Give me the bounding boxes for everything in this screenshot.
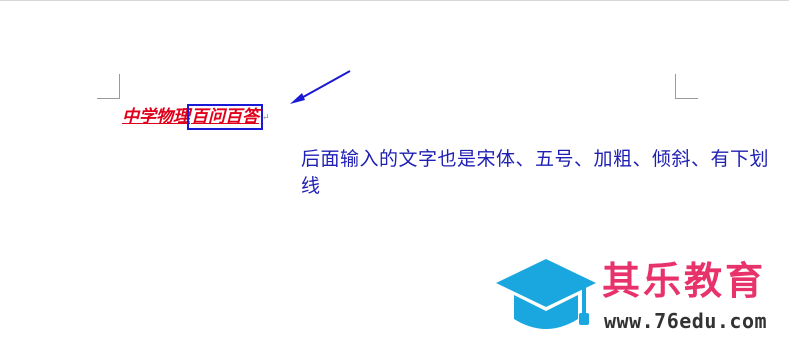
document-page[interactable]: 中学物理百问百答 ↵ 后面输入的文字也是宋体、五号、加粗、倾斜、有下划线 其乐教育… [0, 0, 789, 337]
watermark-logo: 其乐教育 www.76edu.com [492, 257, 789, 337]
text-cursor-icon: ↵ [262, 112, 270, 123]
margin-corner-top-right [675, 74, 698, 99]
graduation-cap-icon [496, 259, 596, 329]
logo-title: 其乐教育 [602, 259, 767, 303]
highlighted-text-box: 百问百答 [187, 104, 263, 130]
logo-url: www.76edu.com [604, 309, 768, 333]
document-text-part1: 中学物理 [122, 107, 190, 127]
pointer-arrow-icon [290, 70, 351, 104]
document-text-line[interactable]: 中学物理百问百答 ↵ [122, 104, 270, 130]
margin-corner-top-left [97, 74, 120, 99]
annotation-text: 后面输入的文字也是宋体、五号、加粗、倾斜、有下划线 [301, 148, 770, 197]
